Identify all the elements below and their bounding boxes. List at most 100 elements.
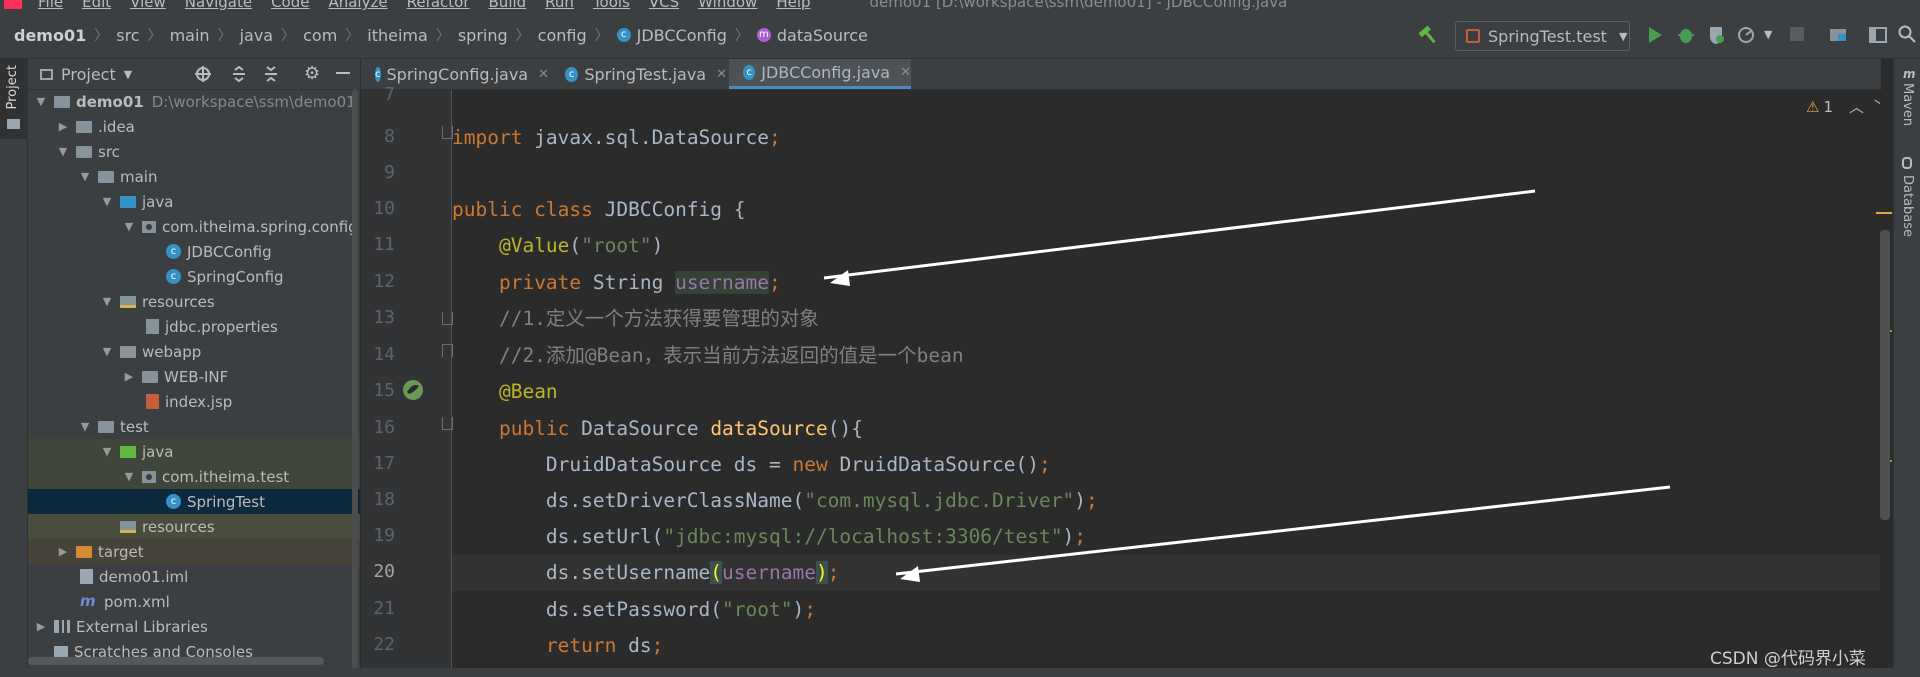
menu-vcs[interactable]: VCS [649, 0, 679, 11]
expand-all-icon[interactable] [230, 65, 248, 87]
maven-tool-tab[interactable]: Maven [1900, 83, 1915, 126]
tree-item-src[interactable]: ▼ src [28, 139, 360, 164]
project-vertical-scrollbar[interactable] [352, 89, 358, 669]
menu-analyze[interactable]: Analyze [328, 0, 387, 11]
chevron-right-icon[interactable]: ▶ [56, 120, 70, 133]
stop-icon[interactable] [1790, 27, 1804, 41]
code-editor[interactable]: import javax.sql.DataSource; public clas… [452, 90, 1880, 677]
menu-window[interactable]: Window [698, 0, 757, 11]
profile-icon[interactable] [1736, 24, 1756, 50]
tree-item-idea[interactable]: ▶ .idea [28, 114, 360, 139]
menu-edit[interactable]: Edit [82, 0, 111, 11]
more-run-options-icon[interactable]: ▼ [1764, 28, 1772, 41]
spring-bean-icon[interactable] [401, 378, 425, 406]
collapse-all-icon[interactable] [262, 65, 280, 87]
tree-item-external-libraries[interactable]: ▶ External Libraries [28, 614, 360, 639]
chevron-down-icon[interactable]: ▼ [100, 295, 114, 308]
editor-vertical-scrollbar[interactable] [1880, 230, 1890, 520]
tree-item-package-config[interactable]: ▼ com.itheima.spring.config [28, 214, 360, 239]
menu-tools[interactable]: Tools [593, 0, 630, 11]
tree-item-demo01-iml[interactable]: demo01.iml [28, 564, 360, 589]
breadcrumb-config[interactable]: config [538, 26, 587, 45]
tree-item-test-java[interactable]: ▼ java [28, 439, 360, 464]
tree-item-webapp[interactable]: ▼ webapp [28, 339, 360, 364]
breadcrumb-main[interactable]: main [170, 26, 210, 45]
chevron-right-icon[interactable]: ▶ [56, 545, 70, 558]
gear-icon[interactable]: ⚙ [304, 63, 320, 84]
menu-code[interactable]: Code [271, 0, 309, 11]
project-structure-icon[interactable] [1828, 25, 1848, 49]
tree-item-jdbc-properties[interactable]: jdbc.properties [28, 314, 360, 339]
toggle-layout-icon[interactable] [1868, 25, 1888, 49]
tree-item-jdbcconfig[interactable]: c JDBCConfig [28, 239, 360, 264]
menu-refactor[interactable]: Refactor [407, 0, 470, 11]
chevron-down-icon[interactable]: ▼ [124, 68, 132, 81]
chevron-down-icon[interactable]: ▼ [100, 445, 114, 458]
chevron-right-icon[interactable]: ▶ [34, 620, 48, 633]
menu-run[interactable]: Run [545, 0, 574, 11]
chevron-down-icon[interactable]: ▼ [78, 420, 92, 433]
breadcrumb-class[interactable]: c JDBCConfig [616, 26, 727, 45]
inspection-widget[interactable]: ⚠ 1 ︿ ﹀ [1806, 96, 1880, 117]
chevron-right-icon[interactable]: ▶ [122, 370, 136, 383]
tree-item-test-resources[interactable]: resources [28, 514, 360, 539]
breadcrumb-spring[interactable]: spring [458, 26, 508, 45]
warning-stripe-marker[interactable] [1876, 212, 1892, 214]
project-panel-title[interactable]: Project [61, 65, 116, 84]
tree-item-path: D:\workspace\ssm\demo01 [151, 92, 356, 111]
hide-panel-icon[interactable] [336, 72, 350, 74]
menu-build[interactable]: Build [489, 0, 527, 11]
run-config-icon [1466, 29, 1480, 43]
debug-icon[interactable] [1676, 24, 1696, 50]
close-icon[interactable]: ✕ [538, 67, 549, 82]
breadcrumb-project[interactable]: demo01 [14, 26, 86, 45]
tree-item-index-jsp[interactable]: index.jsp [28, 389, 360, 414]
tree-item-demo01[interactable]: ▼ demo01 D:\workspace\ssm\demo01 [28, 89, 360, 114]
chevron-down-icon[interactable]: ▼ [56, 145, 70, 158]
menu-view[interactable]: View [130, 0, 166, 11]
tree-item-springconfig[interactable]: c SpringConfig [28, 264, 360, 289]
menu-file[interactable]: File [38, 0, 63, 11]
tree-item-web-inf[interactable]: ▶ WEB-INF [28, 364, 360, 389]
breadcrumb-src[interactable]: src [116, 26, 139, 45]
chevron-down-icon[interactable]: ▼ [34, 95, 48, 108]
menu-help[interactable]: Help [776, 0, 810, 11]
tab-springtest[interactable]: c SpringTest.java ✕ [551, 59, 727, 89]
build-hammer-icon[interactable] [1418, 24, 1440, 46]
tree-item-pom-xml[interactable]: m pom.xml [28, 589, 360, 614]
chevron-down-icon[interactable]: ▼ [78, 170, 92, 183]
chevron-down-icon[interactable]: ▼ [100, 345, 114, 358]
tree-item-springtest[interactable]: c SpringTest [28, 489, 360, 514]
tab-jdbcconfig[interactable]: c JDBCConfig.java ✕ [729, 59, 911, 89]
close-icon[interactable]: ✕ [716, 67, 727, 82]
tree-item-main-resources[interactable]: ▼ resources [28, 289, 360, 314]
menu-navigate[interactable]: Navigate [185, 0, 252, 11]
package-icon [142, 470, 156, 483]
package-icon [142, 220, 156, 233]
tree-item-package-test[interactable]: ▼ com.itheima.test [28, 464, 360, 489]
line-number: 22 [373, 634, 395, 655]
breadcrumb-itheima[interactable]: itheima [367, 26, 428, 45]
coverage-icon[interactable] [1706, 24, 1726, 50]
tree-item-target[interactable]: ▶ target [28, 539, 360, 564]
chevron-down-icon[interactable]: ▼ [122, 470, 136, 483]
database-tool-tab[interactable]: Database [1900, 175, 1915, 237]
tree-item-main-java[interactable]: ▼ java [28, 189, 360, 214]
project-tool-tab[interactable]: Project [0, 59, 27, 139]
run-icon[interactable] [1645, 24, 1665, 50]
close-icon[interactable]: ✕ [900, 65, 911, 80]
chevron-down-icon[interactable]: ▼ [122, 220, 136, 233]
breadcrumb-java[interactable]: java [240, 26, 274, 45]
tree-item-main[interactable]: ▼ main [28, 164, 360, 189]
chevron-down-icon[interactable]: ﹀ [1874, 96, 1880, 117]
project-horizontal-scrollbar[interactable] [28, 657, 324, 665]
run-configuration-select[interactable]: SpringTest.test ▼ [1455, 21, 1630, 51]
locate-icon[interactable] [194, 65, 212, 87]
chevron-down-icon[interactable]: ▼ [100, 195, 114, 208]
search-icon[interactable] [1897, 24, 1917, 48]
breadcrumb-method[interactable]: m dataSource [756, 26, 868, 45]
tree-item-label: com.itheima.test [162, 467, 290, 486]
breadcrumb-com[interactable]: com [303, 26, 337, 45]
chevron-up-icon[interactable]: ︿ [1849, 96, 1864, 117]
tree-item-test[interactable]: ▼ test [28, 414, 360, 439]
